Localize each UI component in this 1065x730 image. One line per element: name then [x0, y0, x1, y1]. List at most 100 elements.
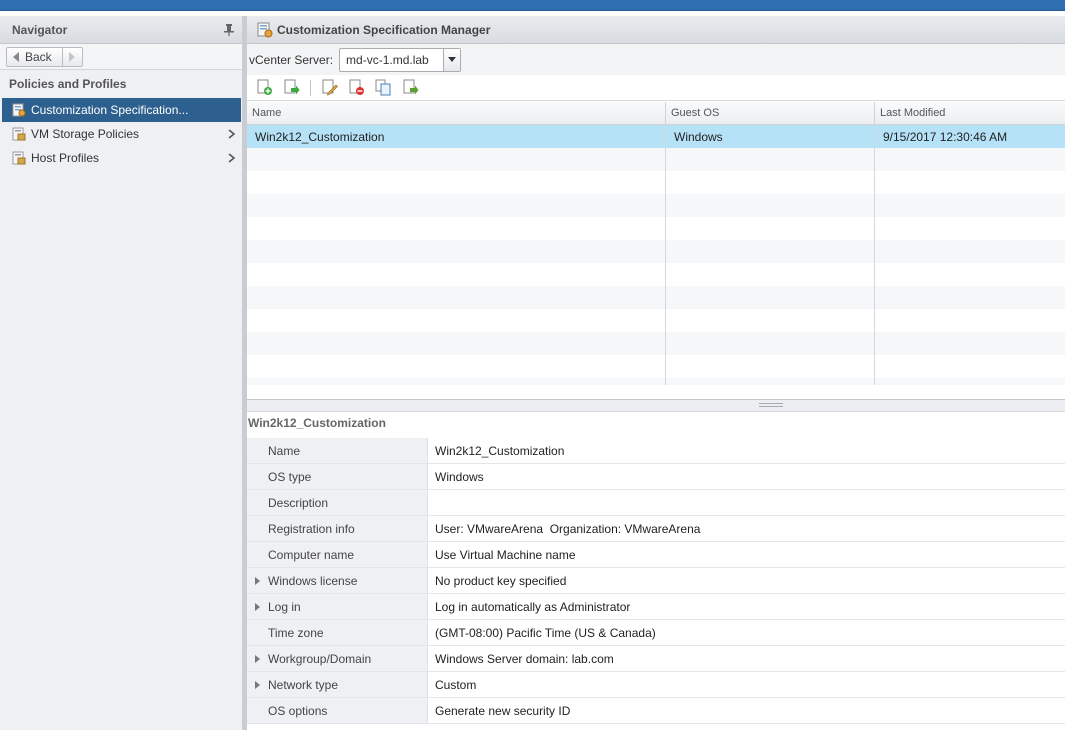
grid-header: Name Guest OS Last Modified: [247, 102, 1065, 125]
property-key[interactable]: Windows license: [247, 568, 428, 593]
host-profile-icon: [12, 151, 26, 165]
empty-row: [247, 332, 1065, 355]
property-value: Win2k12_Customization: [435, 443, 565, 458]
nav-item-vm-storage-policies[interactable]: VM Storage Policies: [2, 122, 241, 146]
property-row-computer-name: Computer name Use Virtual Machine name: [247, 542, 1065, 568]
property-key: Time zone: [247, 620, 428, 645]
pin-icon[interactable]: [224, 24, 234, 36]
chevron-right-icon[interactable]: [228, 153, 235, 163]
export-spec-icon[interactable]: [402, 79, 419, 96]
customization-spec-manager-icon: [257, 22, 273, 37]
nav-item-label: VM Storage Policies: [31, 127, 140, 141]
expand-arrow-icon[interactable]: [255, 655, 260, 663]
property-key: Computer name: [247, 542, 428, 567]
property-key[interactable]: Workgroup/Domain: [247, 646, 428, 671]
property-key-label: Log in: [268, 599, 301, 614]
expand-arrow-icon[interactable]: [255, 577, 260, 585]
main-header: Customization Specification Manager: [247, 16, 1065, 44]
property-key[interactable]: Network type: [247, 672, 428, 697]
cell-name: Win2k12_Customization: [247, 125, 666, 148]
navigator-panel: Navigator Back Policies and Profiles Cus…: [0, 16, 243, 730]
navigator-title: Navigator: [12, 22, 68, 37]
app-top-bar: [0, 0, 1065, 11]
property-row-windows-license[interactable]: Windows license No product key specified: [247, 568, 1065, 594]
property-value: User: VMwareArena Organization: VMwareAr…: [435, 521, 701, 536]
main-panel: Customization Specification Manager vCen…: [247, 16, 1065, 730]
page-title: Customization Specification Manager: [277, 22, 491, 37]
expand-arrow-icon[interactable]: [255, 681, 260, 689]
property-key: Name: [247, 438, 428, 463]
horizontal-splitter[interactable]: [247, 400, 1065, 412]
property-row-os-options: OS options Generate new security ID: [247, 698, 1065, 724]
dropdown-toggle[interactable]: [442, 48, 460, 71]
cell-last-modified: 9/15/2017 12:30:46 AM: [883, 129, 1008, 144]
property-key: Registration info: [247, 516, 428, 541]
table-row[interactable]: Win2k12_Customization Windows 9/15/2017 …: [247, 125, 1065, 148]
column-header-guest-os[interactable]: Guest OS: [666, 102, 875, 124]
duplicate-spec-icon[interactable]: [375, 79, 392, 96]
history-nav: Back: [0, 44, 242, 70]
navigator-header: Navigator: [0, 16, 242, 44]
spec-toolbar: [247, 75, 1065, 101]
vcenter-server-select[interactable]: md-vc-1.md.lab: [339, 47, 461, 72]
property-row-network-type[interactable]: Network type Custom: [247, 672, 1065, 698]
property-row-workgroup-domain[interactable]: Workgroup/Domain Windows Server domain: …: [247, 646, 1065, 672]
cell-guest-os: Windows: [666, 125, 875, 148]
column-header-last-modified[interactable]: Last Modified: [875, 102, 1065, 124]
property-key[interactable]: Log in: [247, 594, 428, 619]
forward-button[interactable]: [62, 46, 83, 67]
import-spec-icon[interactable]: [283, 79, 300, 96]
property-value: No product key specified: [435, 573, 567, 588]
forward-arrow-icon: [69, 51, 76, 62]
property-value: Custom: [435, 677, 477, 692]
property-row-registration-info: Registration info User: VMwareArena Orga…: [247, 516, 1065, 542]
property-value: [428, 490, 1065, 515]
detail-title: Win2k12_Customization: [247, 412, 1065, 434]
vcenter-label: vCenter Server:: [249, 52, 334, 67]
property-key-label: Windows license: [268, 573, 358, 588]
vcenter-selected-value: md-vc-1.md.lab: [346, 52, 429, 67]
spec-properties: Name Win2k12_Customization OS type Windo…: [247, 438, 1065, 724]
property-key: Description: [247, 490, 428, 515]
edit-spec-icon[interactable]: [321, 79, 338, 96]
chevron-down-icon: [447, 57, 456, 62]
empty-row: [247, 309, 1065, 332]
toolbar-separator: [310, 79, 311, 96]
delete-spec-icon[interactable]: [348, 79, 365, 96]
splitter-grip-icon[interactable]: [759, 403, 783, 407]
property-value: Generate new security ID: [435, 703, 571, 718]
empty-row: [247, 286, 1065, 309]
back-button[interactable]: Back: [6, 46, 63, 67]
empty-row: [247, 148, 1065, 171]
empty-row: [247, 378, 1065, 385]
empty-row: [247, 355, 1065, 378]
expand-arrow-icon[interactable]: [255, 603, 260, 611]
empty-row: [247, 240, 1065, 263]
nav-item-host-profiles[interactable]: Host Profiles: [2, 146, 241, 170]
back-button-label: Back: [25, 49, 52, 64]
nav-item-customization-specification[interactable]: Customization Specification...: [2, 98, 241, 122]
property-row-os-type: OS type Windows: [247, 464, 1065, 490]
property-row-description: Description: [247, 490, 1065, 516]
property-key-label: Network type: [268, 677, 339, 692]
property-key: OS type: [247, 464, 428, 489]
empty-row: [247, 171, 1065, 194]
new-spec-icon[interactable]: [256, 79, 273, 96]
empty-row: [247, 194, 1065, 217]
property-key-label: Workgroup/Domain: [268, 651, 372, 666]
spec-list-grid: Name Guest OS Last Modified Win2k12_Cust…: [247, 102, 1065, 400]
customization-spec-icon: [12, 103, 26, 117]
grid-body: Win2k12_Customization Windows 9/15/2017 …: [247, 125, 1065, 385]
property-value: Windows: [435, 469, 484, 484]
empty-row: [247, 217, 1065, 240]
property-row-time-zone: Time zone (GMT-08:00) Pacific Time (US &…: [247, 620, 1065, 646]
property-value: Windows Server domain: lab.com: [435, 651, 614, 666]
property-row-log-in[interactable]: Log in Log in automatically as Administr…: [247, 594, 1065, 620]
vcenter-selector-row: vCenter Server: md-vc-1.md.lab: [247, 44, 1065, 75]
back-arrow-icon: [13, 51, 19, 62]
chevron-right-icon[interactable]: [228, 129, 235, 139]
property-value: (GMT-08:00) Pacific Time (US & Canada): [435, 625, 656, 640]
column-header-name[interactable]: Name: [247, 102, 666, 124]
nav-item-label: Host Profiles: [31, 151, 100, 165]
storage-policy-icon: [12, 127, 26, 141]
